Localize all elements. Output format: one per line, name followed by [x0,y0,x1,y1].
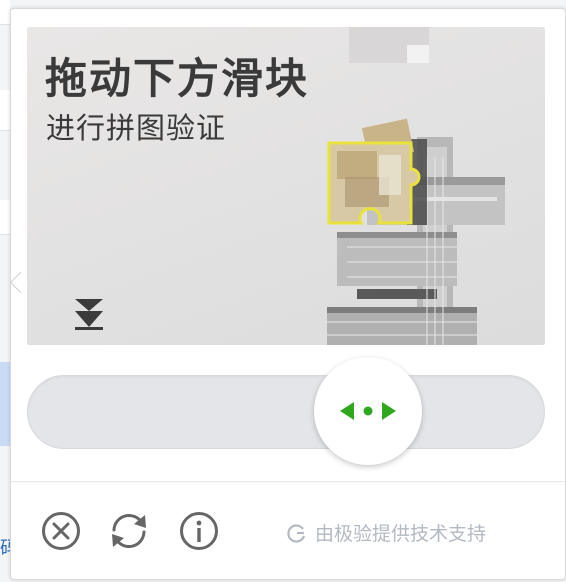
powered-by-credit[interactable]: 由极验提供技术支持 [287,519,486,546]
close-circle-icon[interactable] [39,509,83,553]
slider-track[interactable] [27,375,545,449]
captcha-image: 拖动下方滑块 进行拼图验证 [27,27,545,345]
footer-divider [11,481,565,482]
slider-handle[interactable] [314,357,422,465]
background-page-row [0,0,10,25]
captcha-subtitle: 进行拼图验证 [46,111,227,145]
captcha-popup: 拖动下方滑块 进行拼图验证 由极验提供技术支持 [9,8,566,580]
background-page-button [0,362,10,446]
refresh-icon[interactable] [107,509,151,553]
left-right-arrows-icon [340,402,396,420]
double-chevron-down-icon [75,299,103,330]
info-icon[interactable] [177,509,221,553]
puzzle-piece [327,141,421,225]
geetest-logo-icon [287,523,306,543]
credit-text: 由极验提供技术支持 [315,523,487,545]
background-page-row [0,200,10,235]
captcha-title: 拖动下方滑块 [45,54,310,103]
background-page-row [0,90,10,131]
